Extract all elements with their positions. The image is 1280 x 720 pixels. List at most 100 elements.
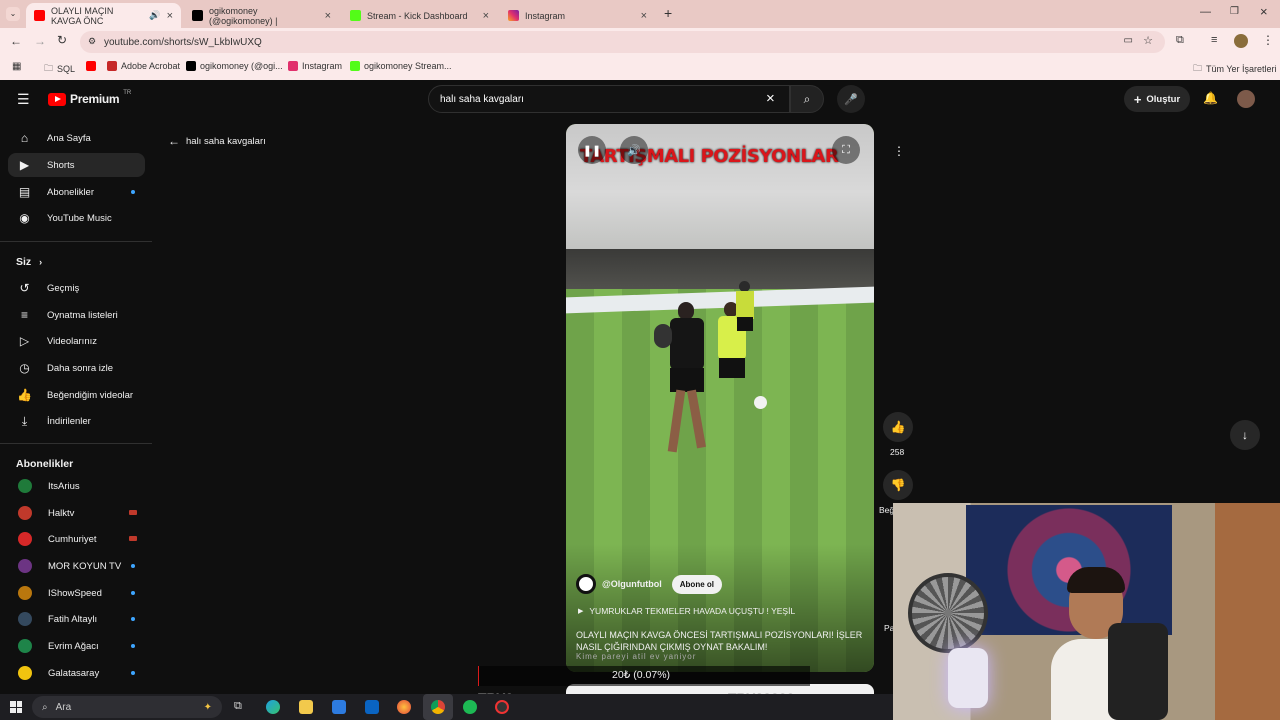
menu-icon[interactable]: ⋮ — [1262, 33, 1274, 47]
search-input[interactable]: halı saha kavgaları × — [428, 85, 790, 113]
chevron-right-icon: › — [39, 257, 43, 267]
webcam-fan — [908, 573, 988, 653]
short-video-player[interactable]: TARTIŞMALI POZİSYONLAR ❚❚ 🔊 ⛶ @Olgunfutb… — [566, 124, 874, 672]
tab-title: OLAYLI MAÇIN KAVGA ÖNC — [51, 5, 114, 26]
adobe-favicon-icon — [107, 61, 117, 71]
sidebar-item-downloads[interactable]: ⤓ İndirilenler — [8, 409, 145, 433]
forward-icon[interactable]: → — [34, 34, 46, 48]
minimize-icon[interactable]: — — [1200, 6, 1211, 18]
you-section-header[interactable]: Siz › — [16, 256, 42, 268]
tab-youtube-short[interactable]: OLAYLI MAÇIN KAVGA ÖNC 🔊 × — [26, 3, 181, 28]
new-content-dot — [131, 671, 135, 675]
next-short-button[interactable]: ↓ — [1230, 420, 1260, 450]
edge-icon[interactable] — [266, 700, 280, 714]
tab-kick[interactable]: Stream - Kick Dashboard × — [342, 3, 497, 28]
tiktok-favicon-icon — [192, 10, 203, 21]
back-to-search-link[interactable]: ← halı saha kavgaları — [168, 134, 266, 148]
taskbar-search-box[interactable]: ⌕ Ara ✦ — [32, 696, 222, 718]
sidebar-sub-galatasaray[interactable]: Galatasaray — [8, 661, 145, 685]
bookmark-adobe[interactable]: Adobe Acrobat — [107, 61, 180, 71]
cast-icon[interactable]: ▭ — [1124, 35, 1133, 46]
sidebar-sub-itsarius[interactable]: ItsArius — [8, 474, 145, 498]
sidebar-item-subscriptions[interactable]: ▤ Abonelikler — [8, 180, 145, 204]
pause-button[interactable]: ❚❚ — [578, 136, 606, 164]
outlook-icon[interactable] — [365, 700, 379, 714]
sidebar-item-shorts[interactable]: ▶ Shorts — [8, 153, 145, 177]
sidebar-sub-ishowspeed[interactable]: IShowSpeed — [8, 581, 145, 605]
spotify-icon[interactable] — [463, 700, 477, 714]
sidebar-item-playlists[interactable]: ≡ Oynatma listeleri — [8, 303, 145, 327]
windows-start-icon[interactable] — [10, 701, 22, 713]
recording-app-icon[interactable] — [495, 700, 509, 714]
pause-icon: ❚❚ — [582, 144, 602, 157]
sidebar-item-your-videos[interactable]: ▷ Videolarınız — [8, 329, 145, 353]
restore-icon[interactable]: ❐ — [1230, 6, 1239, 17]
close-tab-icon[interactable]: × — [641, 10, 647, 22]
all-bookmarks[interactable]: 🗀 Tüm Yer İşaretleri — [1193, 61, 1277, 77]
sidebar-item-watch-later[interactable]: ◷ Daha sonra izle — [8, 356, 145, 380]
voice-search-button[interactable]: 🎤 — [837, 85, 865, 113]
extensions-icon[interactable]: ⧉ — [1176, 34, 1184, 47]
reload-icon[interactable]: ↻ — [57, 33, 67, 47]
channel-avatar — [18, 639, 32, 653]
bookmark-star-icon[interactable]: ☆ — [1143, 34, 1153, 47]
file-explorer-icon[interactable] — [299, 700, 313, 714]
more-vert-icon: ⋮ — [893, 144, 905, 158]
more-options-button[interactable]: ⋮ — [884, 136, 914, 166]
sidebar-item-history[interactable]: ↺ Geçmiş — [8, 276, 145, 300]
chrome-taskbar-active[interactable] — [423, 694, 453, 720]
create-button[interactable]: + Oluştur — [1124, 86, 1190, 112]
firefox-icon[interactable] — [397, 700, 411, 714]
sidebar-sub-cumhuriyet[interactable]: Cumhuriyet — [8, 527, 145, 551]
close-window-icon[interactable]: × — [1260, 4, 1268, 19]
bookmark-kick[interactable]: ogikomoney Stream... — [350, 61, 452, 71]
clear-search-icon[interactable]: × — [766, 90, 775, 107]
dislike-button[interactable]: 👎 — [883, 470, 913, 500]
volume-button[interactable]: 🔊 — [620, 136, 648, 164]
media-control-icon[interactable]: ≡ — [1211, 34, 1217, 46]
shorts-icon: ▶ — [19, 158, 30, 172]
close-tab-icon[interactable]: × — [325, 10, 331, 22]
sidebar-sub-mor-koyun-tv[interactable]: MOR KOYUN TV — [8, 554, 145, 578]
logo-region: TR — [123, 90, 132, 96]
tab-tiktok[interactable]: ogikomoney (@ogikomoney) | × — [184, 3, 339, 28]
fullscreen-button[interactable]: ⛶ — [832, 136, 860, 164]
speaker-icon[interactable]: 🔊 — [149, 10, 160, 21]
bookmark-tiktok[interactable]: ogikomoney (@ogi... — [186, 61, 283, 71]
new-tab-icon[interactable]: + — [664, 5, 672, 21]
apps-icon[interactable]: ▦ — [12, 61, 21, 72]
store-icon[interactable] — [332, 700, 346, 714]
close-tab-icon[interactable]: × — [167, 10, 173, 22]
fullscreen-icon: ⛶ — [842, 143, 850, 156]
bookmark-sql[interactable]: 🗀 SQL — [44, 61, 75, 77]
sidebar-sub-fatih-altayli[interactable]: Fatih Altaylı — [8, 607, 145, 631]
close-tab-icon[interactable]: × — [483, 10, 489, 22]
notifications-bell-icon[interactable]: 🔔 — [1203, 91, 1218, 105]
history-icon: ↺ — [19, 281, 30, 295]
sidebar-item-liked-videos[interactable]: 👍 Beğendiğim videolar — [8, 383, 145, 407]
account-avatar[interactable] — [1237, 90, 1255, 108]
like-button[interactable]: 👍 — [883, 412, 913, 442]
profile-avatar[interactable] — [1234, 34, 1248, 48]
back-icon[interactable]: ← — [10, 34, 22, 48]
hamburger-menu-icon[interactable]: ☰ — [17, 91, 30, 108]
site-info-icon[interactable]: ⚙ — [88, 36, 96, 47]
address-bar[interactable]: ⚙ youtube.com/shorts/sW_LkbIwUXQ ▭ ☆ — [80, 31, 1165, 53]
video-subtitle: Kime pareyi atil ev yaniyor — [576, 652, 697, 661]
bookmark-youtube[interactable] — [86, 61, 100, 71]
tab-instagram[interactable]: Instagram × — [500, 3, 655, 28]
channel-avatar[interactable] — [576, 574, 596, 594]
search-button[interactable]: ⌕ — [790, 85, 824, 113]
sidebar-item-home[interactable]: ⌂ Ana Sayfa — [8, 126, 145, 150]
music-info[interactable]: ▶ YUMRUKLAR TEKMELER HAVADA UÇUŞTU ! YEŞ… — [578, 606, 795, 616]
chrome-icon — [431, 700, 445, 714]
youtube-logo[interactable]: Premium TR — [48, 90, 132, 106]
subscribe-button[interactable]: Abone ol — [671, 574, 722, 594]
bookmark-instagram[interactable]: Instagram — [288, 61, 342, 71]
task-view-icon[interactable]: ⧉ — [234, 700, 242, 713]
channel-name[interactable]: @Olgunfutbol — [602, 579, 662, 589]
tab-search-icon[interactable]: ⌄ — [6, 7, 20, 21]
sidebar-item-music[interactable]: ◉ YouTube Music — [8, 206, 145, 230]
sidebar-sub-evrim-agaci[interactable]: Evrim Ağacı — [8, 634, 145, 658]
sidebar-sub-halktv[interactable]: Halktv — [8, 501, 145, 525]
